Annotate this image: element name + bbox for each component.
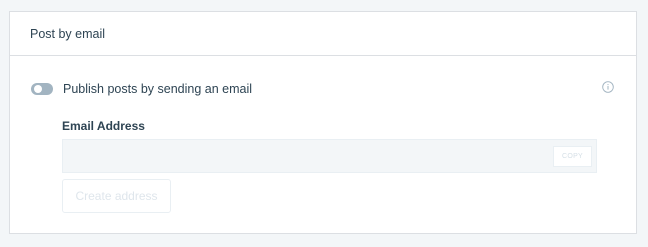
email-address-label: Email Address — [62, 119, 145, 133]
toggle-knob — [34, 85, 42, 93]
card-header: Post by email — [10, 12, 636, 56]
post-by-email-card: Post by email Publish posts by sending a… — [9, 11, 637, 234]
create-address-button[interactable]: Create address — [62, 179, 171, 213]
info-icon[interactable] — [602, 81, 614, 93]
card-title: Post by email — [30, 26, 106, 41]
email-address-field[interactable]: COPY — [62, 139, 597, 173]
publish-by-email-toggle[interactable] — [31, 83, 53, 95]
publish-by-email-label[interactable]: Publish posts by sending an email — [63, 82, 252, 96]
publish-toggle-row: Publish posts by sending an email — [31, 82, 252, 96]
copy-button[interactable]: COPY — [553, 146, 592, 167]
